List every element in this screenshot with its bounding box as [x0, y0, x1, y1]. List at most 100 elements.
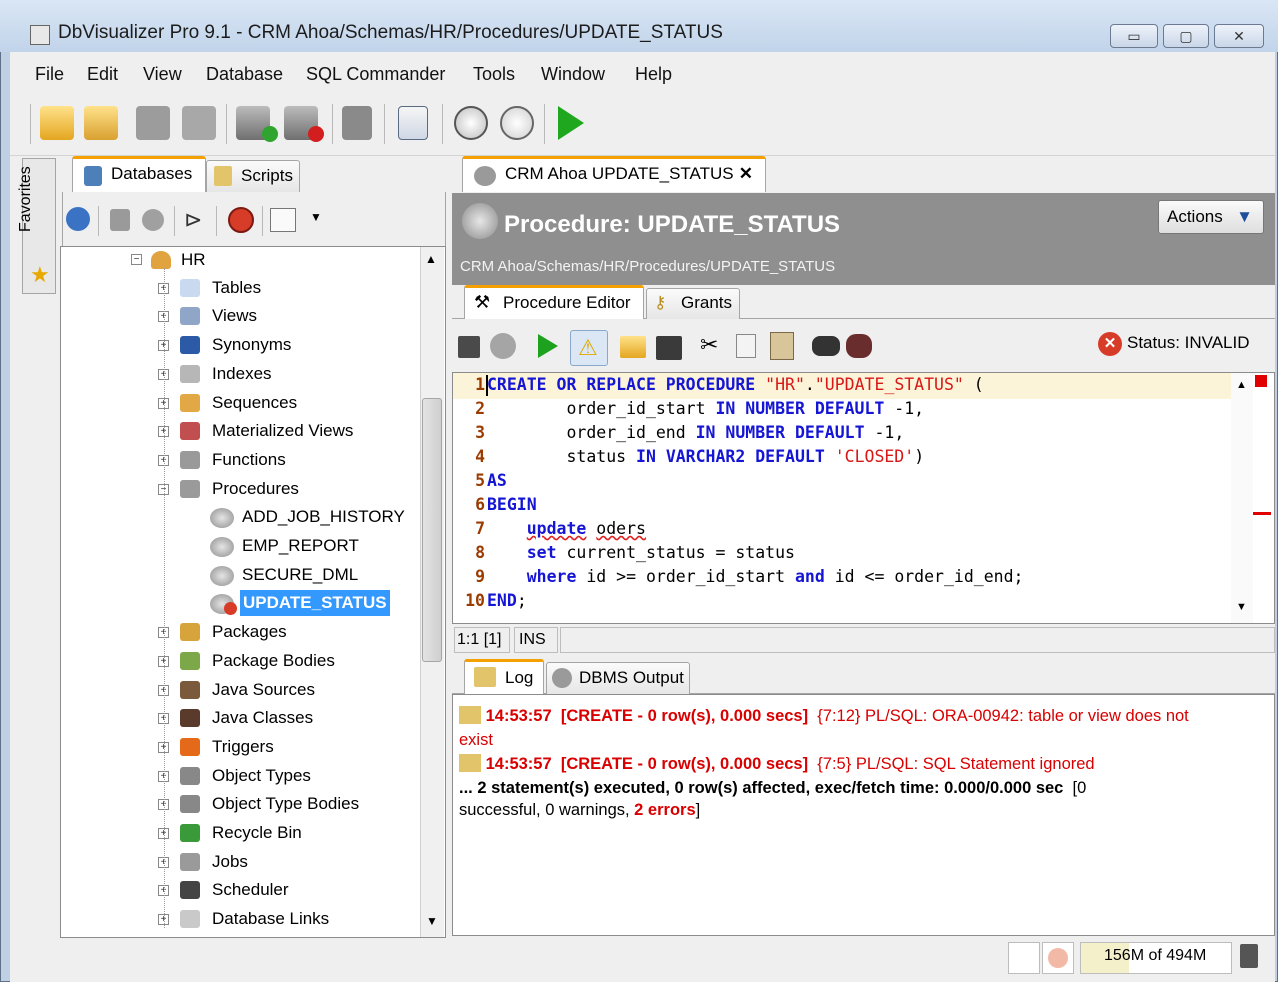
error-stripe — [1253, 373, 1274, 623]
procedure-icon — [210, 537, 234, 557]
menu-sql-commander[interactable]: SQL Commander — [306, 64, 445, 85]
open-file-icon[interactable] — [620, 336, 646, 358]
run-icon[interactable] — [538, 334, 558, 358]
tree-node-label: Procedures — [212, 478, 299, 498]
error-marker-top[interactable] — [1255, 375, 1267, 387]
scroll-down-icon[interactable]: ▼ — [426, 914, 438, 928]
save-icon[interactable] — [136, 106, 170, 140]
tree-node-label: Materialized Views — [212, 421, 354, 441]
log-message: {7:12} PL/SQL: ORA-00942: table or view … — [817, 707, 1189, 725]
java-sources-icon — [180, 680, 200, 699]
line-number: 8 — [475, 543, 485, 562]
actions-dropdown-icon: ▼ — [1236, 207, 1253, 226]
key-icon: ⚷ — [654, 293, 667, 312]
line-number: 3 — [475, 423, 485, 442]
log-time: 14:53:57 — [485, 707, 552, 725]
log-result: [CREATE - 0 row(s), 0.000 secs] — [560, 707, 809, 725]
scripts-icon — [214, 166, 232, 186]
log-entry-1[interactable]: 14:53:57 [CREATE - 0 row(s), 0.000 secs]… — [459, 705, 1189, 728]
disconnect-x-icon — [308, 126, 324, 142]
menu-view[interactable]: View — [143, 64, 182, 85]
tree-node-label: Tables — [212, 277, 262, 297]
code-body[interactable]: 1 CREATE OR REPLACE PROCEDURE "HR"."UPDAT… — [457, 373, 1247, 623]
tree-node-label: Scheduler — [212, 880, 289, 900]
status-text: Status: INVALID — [1127, 333, 1250, 352]
close-tab-icon[interactable]: ✕ — [739, 159, 753, 189]
log-panel: 14:53:57 [CREATE - 0 row(s), 0.000 secs]… — [452, 694, 1275, 936]
code-scroll-up-icon[interactable]: ▲ — [1236, 379, 1247, 391]
menu-tools[interactable]: Tools — [473, 64, 515, 85]
tree-scroll-thumb[interactable] — [422, 398, 442, 662]
tree-node-label: Object Types — [212, 765, 311, 785]
line-number: 4 — [475, 447, 485, 466]
paste-icon[interactable] — [770, 332, 794, 360]
summary-counts: successful, 0 warnings, — [459, 801, 630, 819]
save-file-icon[interactable] — [656, 336, 682, 360]
trash-icon[interactable] — [1240, 944, 1258, 968]
server-icon[interactable] — [342, 106, 372, 140]
tree-node-label: Indexes — [212, 363, 272, 383]
db-connect-icon[interactable] — [110, 209, 130, 231]
code-editor[interactable]: 1 CREATE OR REPLACE PROCEDURE "HR"."UPDAT… — [452, 372, 1275, 624]
save-all-icon[interactable] — [182, 106, 216, 140]
error-marker-line[interactable] — [1253, 512, 1271, 515]
close-window-button[interactable]: ✕ — [1214, 24, 1264, 48]
procedures-icon — [180, 479, 200, 498]
tree-node-label: Sequences — [212, 392, 298, 412]
cut-icon[interactable]: ✂ — [700, 332, 718, 358]
menu-window[interactable]: Window — [541, 64, 605, 85]
recycle-bin-icon — [180, 824, 200, 842]
scroll-up-icon[interactable]: ▲ — [425, 252, 437, 266]
line-number: 10 — [465, 591, 485, 610]
tree-node-label: Java Classes — [212, 708, 314, 728]
code-scroll-down-icon[interactable]: ▼ — [1236, 601, 1247, 613]
database-links-icon — [180, 910, 200, 929]
java-classes-icon — [180, 709, 200, 728]
filter-icon[interactable]: ⊳ — [184, 207, 202, 233]
open-recent-icon[interactable] — [84, 106, 118, 140]
menu-file[interactable]: File — [35, 64, 64, 85]
copy-icon[interactable] — [736, 334, 756, 358]
chevron-down-icon[interactable]: ▼ — [310, 210, 322, 224]
actions-button[interactable]: Actions ▼ — [1158, 200, 1264, 234]
refresh-db-icon[interactable] — [66, 207, 90, 231]
tree-node-label: Recycle Bin — [212, 823, 302, 842]
tab-editor[interactable]: CRM Ahoa UPDATE_STATUS ✕ — [462, 156, 766, 192]
find-replace-icon[interactable] — [846, 334, 872, 358]
stop-exec-icon[interactable] — [490, 333, 516, 359]
tree-node-label: Jobs — [212, 851, 248, 871]
clipboard-icon[interactable] — [398, 106, 428, 140]
dbms-output-icon — [552, 668, 572, 688]
menu-database[interactable]: Database — [206, 64, 283, 85]
menu-help[interactable]: Help — [635, 64, 672, 85]
stopwatch-icon[interactable] — [454, 106, 488, 140]
log-summary-2: successful, 0 warnings, 2 errors] — [459, 801, 701, 819]
text-cursor — [486, 375, 488, 396]
packages-icon — [180, 623, 200, 642]
materialized-views-icon — [180, 422, 200, 441]
open-folder-icon[interactable] — [40, 106, 74, 140]
log-message: {7:5} PL/SQL: SQL Statement ignored — [817, 755, 1095, 773]
favorites-label: Favorites — [17, 166, 34, 232]
search-icon[interactable] — [270, 208, 296, 232]
find-icon[interactable] — [812, 336, 840, 356]
save-procedure-icon[interactable] — [458, 336, 480, 358]
menu-edit[interactable]: Edit — [87, 64, 118, 85]
code-scrollbar[interactable] — [1231, 373, 1253, 623]
object-title: Procedure: UPDATE_STATUS — [504, 211, 841, 238]
log-entry-icon — [459, 706, 481, 724]
editor-tab-label: CRM Ahoa UPDATE_STATUS — [505, 164, 734, 183]
log-entry-2[interactable]: 14:53:57 [CREATE - 0 row(s), 0.000 secs]… — [459, 753, 1095, 776]
stop-icon[interactable] — [228, 207, 254, 233]
hammer-icon: ⚒ — [474, 292, 491, 312]
maximize-button[interactable]: ▢ — [1163, 24, 1209, 48]
clock-icon[interactable] — [500, 106, 534, 140]
tree-node-label: Triggers — [212, 736, 274, 756]
log-message-cont: exist — [459, 731, 493, 749]
run-add-icon[interactable] — [558, 106, 584, 140]
tree-node-label: Database Links — [212, 909, 330, 929]
minimize-button[interactable]: ▭ — [1110, 24, 1158, 48]
db-disconnect-icon[interactable] — [142, 209, 164, 231]
insert-mode: INS — [514, 627, 558, 653]
log-icon — [474, 667, 496, 687]
